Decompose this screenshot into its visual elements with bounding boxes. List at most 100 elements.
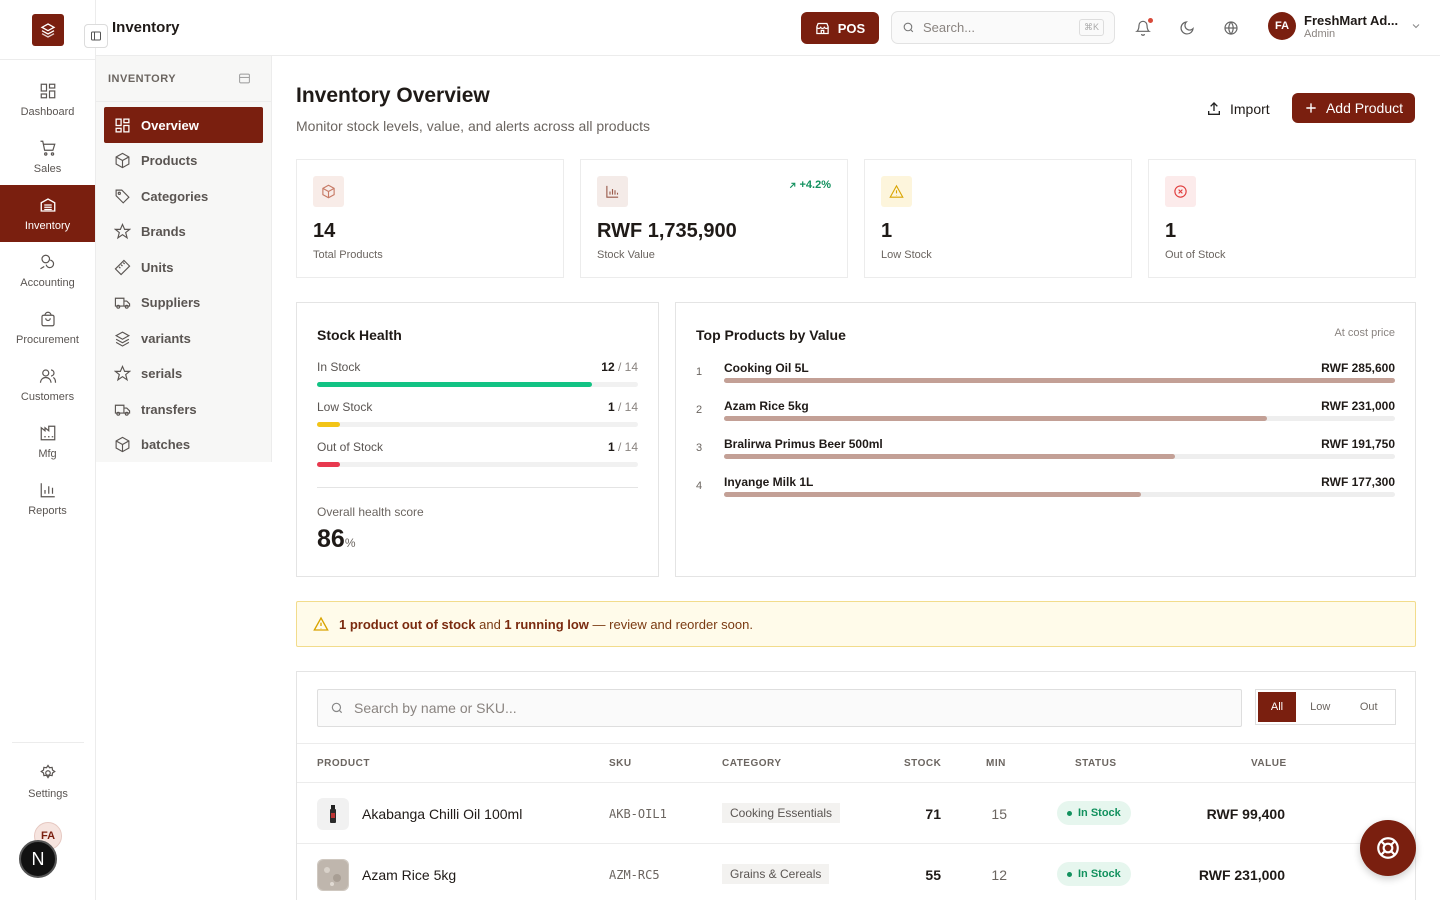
rail-item-procurement[interactable]: Procurement: [0, 299, 95, 356]
table-header: PRODUCT SKU CATEGORY STOCK MIN STATUS VA…: [297, 743, 1415, 783]
product-name: Cooking Oil 5L: [724, 361, 809, 375]
filter-low[interactable]: Low: [1296, 692, 1345, 722]
inventory-subnav: INVENTORY Overview Products Categories B…: [96, 56, 272, 462]
product-rank: 2: [696, 404, 703, 416]
logo-area: [0, 0, 95, 60]
truck-icon: [114, 294, 131, 311]
products-table-card: All Low Out PRODUCT SKU CATEGORY STOCK M…: [296, 671, 1416, 900]
product-bar-fill: [724, 492, 1141, 497]
product-rank: 1: [696, 366, 703, 378]
panel-icon[interactable]: [238, 72, 251, 85]
user-menu[interactable]: FA FreshMart Ad... Admin: [1268, 12, 1428, 40]
moon-icon: [1179, 20, 1195, 36]
language-button[interactable]: [1221, 18, 1241, 38]
product-thumbnail: [317, 798, 349, 830]
rail-item-sales[interactable]: Sales: [0, 128, 95, 185]
table-row[interactable]: Azam Rice 5kg AZM-RC5 Grains & Cereals 5…: [297, 844, 1415, 900]
rail-user[interactable]: FA lart N: [0, 810, 96, 900]
product-value: RWF 177,300: [1321, 475, 1395, 489]
subnav-item-batches[interactable]: batches: [104, 427, 263, 463]
table-row[interactable]: Akabanga Chilli Oil 100ml AKB-OIL1 Cooki…: [297, 783, 1415, 844]
rail-item-dashboard[interactable]: Dashboard: [0, 71, 95, 128]
global-search[interactable]: Search... ⌘K: [891, 11, 1115, 44]
subnav-item-label: Suppliers: [141, 295, 201, 311]
product-value: RWF 231,000: [1321, 399, 1395, 413]
gear-icon: [39, 763, 57, 782]
user-name: FreshMart Ad...: [1304, 12, 1399, 28]
box-icon: [114, 152, 131, 169]
product-bar-fill: [724, 378, 1395, 383]
column-header-category[interactable]: CATEGORY: [722, 758, 782, 769]
import-label: Import: [1230, 101, 1270, 117]
column-header-sku[interactable]: SKU: [609, 758, 632, 769]
subnav-item-label: Brands: [141, 224, 186, 240]
card-note: At cost price: [1334, 327, 1395, 339]
health-row-in-stock: In Stock 12 / 14: [317, 360, 638, 387]
rail-item-reports[interactable]: Reports: [0, 470, 95, 527]
product-sku: AKB-OIL1: [609, 807, 667, 821]
app-logo[interactable]: [31, 13, 64, 46]
subnav-item-variants[interactable]: variants: [104, 321, 263, 357]
column-header-status[interactable]: STATUS: [1075, 758, 1117, 769]
count-value: 1: [607, 440, 615, 454]
subnav-item-products[interactable]: Products: [104, 143, 263, 179]
user-role: Admin: [1304, 27, 1336, 40]
store-icon: [815, 21, 830, 36]
avatar: FA: [1268, 12, 1296, 40]
table-search[interactable]: [317, 689, 1242, 727]
dev-badge[interactable]: N: [19, 840, 57, 878]
subnav-item-brands[interactable]: Brands: [104, 214, 263, 250]
page-subtitle: Monitor stock levels, value, and alerts …: [296, 118, 651, 134]
collapse-sidebar-button[interactable]: [84, 24, 108, 48]
count-total: / 14: [617, 360, 638, 374]
rail-item-customers[interactable]: Customers: [0, 356, 95, 413]
subnav-item-transfers[interactable]: transfers: [104, 392, 263, 428]
rail-item-settings[interactable]: Settings: [0, 753, 96, 810]
pos-button[interactable]: POS: [801, 12, 879, 44]
product-search-input[interactable]: [354, 700, 1204, 716]
product-bar-fill: [724, 416, 1267, 421]
product-min: 15: [991, 806, 1007, 822]
card-title: Stock Health: [317, 327, 402, 343]
product-name: Bralirwa Primus Beer 500ml: [724, 437, 883, 451]
product-stock: 71: [925, 806, 941, 822]
column-header-value[interactable]: VALUE: [1251, 758, 1287, 769]
subnav-item-overview[interactable]: Overview: [104, 107, 263, 143]
coins-icon: [39, 253, 57, 271]
main-rail: Dashboard Sales Inventory Accounting Pro…: [0, 0, 96, 900]
search-icon: [902, 21, 915, 34]
notifications-button[interactable]: [1133, 18, 1153, 38]
rail-item-inventory[interactable]: Inventory: [0, 185, 95, 242]
subnav-item-categories[interactable]: Categories: [104, 179, 263, 215]
column-header-stock[interactable]: STOCK: [904, 758, 941, 769]
product-value: RWF 99,400: [1206, 806, 1285, 822]
product-value: RWF 231,000: [1198, 867, 1285, 883]
subnav-item-units[interactable]: Units: [104, 250, 263, 286]
rail-item-accounting[interactable]: Accounting: [0, 242, 95, 299]
import-button[interactable]: Import: [1196, 94, 1280, 124]
rail-item-label: Inventory: [24, 219, 71, 232]
stock-alert-banner: 1 product out of stock and 1 running low…: [296, 601, 1416, 647]
health-row-label: Low Stock: [317, 400, 373, 414]
add-product-button[interactable]: Add Product: [1292, 93, 1415, 123]
filter-all[interactable]: All: [1258, 692, 1296, 722]
health-score-unit: %: [344, 536, 356, 550]
theme-toggle-button[interactable]: [1177, 18, 1197, 38]
subnav-item-label: Products: [141, 153, 198, 169]
alert-tail: — review and reorder soon.: [588, 616, 753, 632]
health-bar-track: [317, 422, 638, 427]
product-name: Azam Rice 5kg: [724, 399, 809, 413]
top-products-card: Top Products by Value At cost price 1 Co…: [675, 302, 1416, 577]
count-total: / 14: [617, 400, 638, 414]
subnav-item-serials[interactable]: serials: [104, 356, 263, 392]
help-button[interactable]: [1360, 820, 1416, 876]
subnav-item-suppliers[interactable]: Suppliers: [104, 285, 263, 321]
layers-icon: [114, 330, 131, 347]
rail-item-label: Procurement: [16, 333, 79, 346]
stat-label: Stock Value: [597, 249, 655, 261]
filter-out[interactable]: Out: [1345, 692, 1394, 722]
column-header-min[interactable]: MIN: [986, 758, 1006, 769]
rail-item-mfg[interactable]: Mfg: [0, 413, 95, 470]
box-icon: [114, 436, 131, 453]
column-header-product[interactable]: PRODUCT: [317, 758, 370, 769]
